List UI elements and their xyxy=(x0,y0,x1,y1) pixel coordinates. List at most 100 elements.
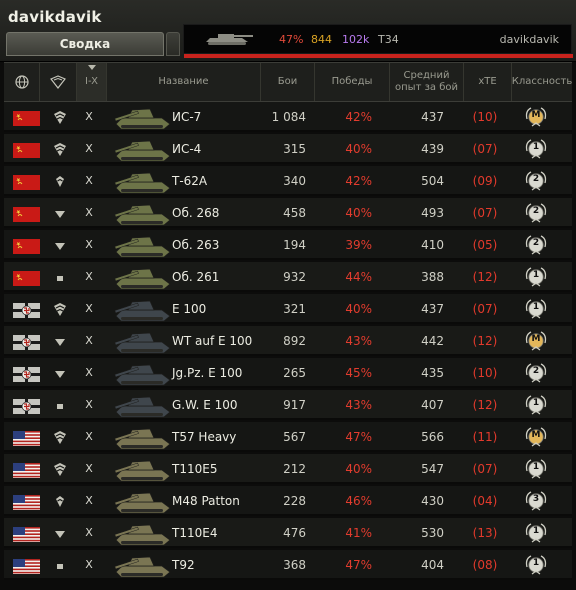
column-tier[interactable]: I-X xyxy=(77,63,107,101)
tank-xte: (10) xyxy=(472,366,498,380)
tank-image xyxy=(112,514,174,548)
nation-flag-ussr-icon xyxy=(13,271,40,286)
table-row[interactable]: X T110E4 476 41% 530 (13) 1 xyxy=(4,518,572,548)
tank-image xyxy=(112,322,174,356)
tank-name: G.W. E 100 xyxy=(172,398,238,412)
tank-image xyxy=(112,450,174,484)
compare-exp: 102k xyxy=(342,33,370,46)
tank-tier: X xyxy=(85,494,93,507)
tank-winrate: 45% xyxy=(345,366,372,380)
tank-xte: (05) xyxy=(472,238,498,252)
tank-avg-exp: 430 xyxy=(421,494,444,508)
tank-battles: 917 xyxy=(283,398,306,412)
tank-avg-exp: 493 xyxy=(421,206,444,220)
column-avg-exp-label: Средний опыт за бой xyxy=(395,70,458,93)
mastery-badge-label: 2 xyxy=(532,238,540,248)
tank-tier: X xyxy=(85,270,93,283)
tank-name: Об. 263 xyxy=(172,238,220,252)
table-row[interactable]: X WT auf E 100 892 43% 442 (12) M xyxy=(4,326,572,356)
tank-tier: X xyxy=(85,302,93,315)
tank-battles: 315 xyxy=(283,142,306,156)
tank-image xyxy=(112,386,174,420)
tank-image xyxy=(112,418,174,452)
tank-avg-exp: 530 xyxy=(421,526,444,540)
column-battles[interactable]: Бои xyxy=(261,63,315,101)
tank-type-td-icon xyxy=(51,206,69,222)
tank-tier: X xyxy=(85,398,93,411)
compare-divider xyxy=(184,54,573,58)
tank-type-td-icon xyxy=(51,238,69,254)
tank-image xyxy=(112,258,174,292)
tank-avg-exp: 566 xyxy=(421,430,444,444)
tank-winrate: 43% xyxy=(345,398,372,412)
nation-flag-germany-icon xyxy=(13,367,40,382)
tank-name: ИС-7 xyxy=(172,110,202,124)
tank-winrate: 47% xyxy=(345,430,372,444)
tank-type-td-icon xyxy=(51,526,69,542)
tank-name: WT auf E 100 xyxy=(172,334,253,348)
column-name-label: Название xyxy=(158,76,209,87)
tank-name: ИС-4 xyxy=(172,142,202,156)
tank-winrate: 40% xyxy=(345,142,372,156)
tank-battles: 212 xyxy=(283,462,306,476)
mastery-badge-label: 2 xyxy=(532,174,540,184)
column-nation[interactable] xyxy=(4,63,40,101)
tank-tier: X xyxy=(85,238,93,251)
tank-xte: (07) xyxy=(472,462,498,476)
mastery-badge-label: 1 xyxy=(532,270,540,280)
tank-battles: 340 xyxy=(283,174,306,188)
tank-avg-exp: 435 xyxy=(421,366,444,380)
mastery-badge-label: 3 xyxy=(532,494,540,504)
tank-battles: 265 xyxy=(283,366,306,380)
table-row[interactable]: X M48 Patton 228 46% 430 (04) 3 xyxy=(4,486,572,516)
column-wins-label: Победы xyxy=(331,76,373,87)
table-row[interactable]: X G.W. E 100 917 43% 407 (12) 1 xyxy=(4,390,572,420)
compare-winrate: 47% xyxy=(279,33,304,46)
tank-tier: X xyxy=(85,558,93,571)
column-wins[interactable]: Победы xyxy=(315,63,390,101)
tank-xte: (11) xyxy=(472,430,498,444)
column-xte[interactable]: xTE xyxy=(464,63,512,101)
nation-flag-usa-icon xyxy=(13,527,40,542)
tank-image xyxy=(112,226,174,260)
table-row[interactable]: X T110E5 212 40% 547 (07) 1 xyxy=(4,454,572,484)
column-battles-label: Бои xyxy=(277,76,298,87)
table-row[interactable]: X ИС-7 1 084 42% 437 (10) M xyxy=(4,102,572,132)
table-row[interactable]: X Об. 268 458 40% 493 (07) 2 xyxy=(4,198,572,228)
compare-panel: 47% 844 102k T34 davikdavik xyxy=(183,24,573,58)
column-type[interactable] xyxy=(40,63,77,101)
table-row[interactable]: X Т-62А 340 42% 504 (09) 2 xyxy=(4,166,572,196)
tank-name: Т-62А xyxy=(172,174,208,188)
table-row[interactable]: X T92 368 47% 404 (08) 1 xyxy=(4,550,572,580)
top-bar: davikdavik Сводка 47% 844 102k T34 davik… xyxy=(0,0,576,62)
tab-summary[interactable]: Сводка xyxy=(6,32,164,56)
mastery-badge-label: 1 xyxy=(532,558,540,568)
tank-tier: X xyxy=(85,462,93,475)
table-row[interactable]: X Jg.Pz. E 100 265 45% 435 (10) 2 xyxy=(4,358,572,388)
tank-image xyxy=(112,354,174,388)
tank-type-heavy-icon xyxy=(51,430,69,446)
mastery-badge-label: 1 xyxy=(532,302,540,312)
tank-name: T92 xyxy=(172,558,195,572)
table-row[interactable]: X Об. 263 194 39% 410 (05) 2 xyxy=(4,230,572,260)
tank-image xyxy=(112,546,174,580)
tank-type-medium-icon xyxy=(51,174,69,190)
tank-type-heavy-icon xyxy=(51,462,69,478)
mastery-badge-label: 2 xyxy=(532,206,540,216)
table-row[interactable]: X E 100 321 40% 437 (07) 1 xyxy=(4,294,572,324)
tank-type-spg-icon xyxy=(51,270,69,286)
table-row[interactable]: X Об. 261 932 44% 388 (12) 1 xyxy=(4,262,572,292)
tank-battles: 368 xyxy=(283,558,306,572)
column-avg-exp[interactable]: Средний опыт за бой xyxy=(390,63,464,101)
tank-winrate: 47% xyxy=(345,558,372,572)
column-tier-label: I-X xyxy=(85,76,98,87)
column-mastery-label: Классность xyxy=(511,76,573,87)
tank-tier: X xyxy=(85,430,93,443)
tank-image xyxy=(112,194,174,228)
table-row[interactable]: X T57 Heavy 567 47% 566 (11) M xyxy=(4,422,572,452)
column-mastery[interactable]: Классность xyxy=(511,63,573,101)
tank-battles: 458 xyxy=(283,206,306,220)
tab-secondary[interactable] xyxy=(166,32,180,56)
column-name[interactable]: Название xyxy=(107,63,261,101)
table-row[interactable]: X ИС-4 315 40% 439 (07) 1 xyxy=(4,134,572,164)
